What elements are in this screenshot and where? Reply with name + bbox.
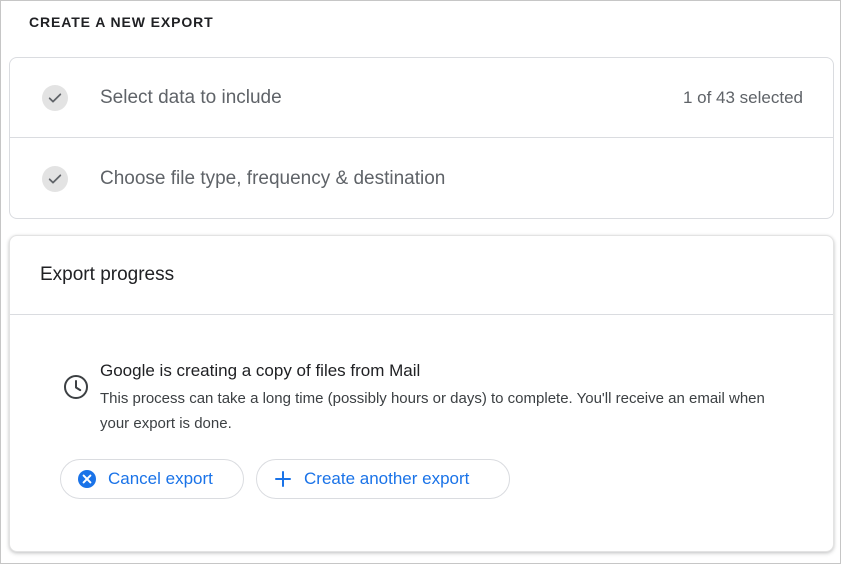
- create-another-export-button[interactable]: Create another export: [256, 459, 510, 499]
- progress-title: Export progress: [40, 264, 175, 285]
- status-description: This process can take a long time (possi…: [100, 390, 765, 432]
- cancel-circle-icon: [77, 469, 97, 489]
- clock-icon: [63, 374, 89, 400]
- checkmark-icon: [42, 84, 68, 111]
- export-page: CREATE A NEW EXPORT Select data to inclu…: [0, 0, 841, 564]
- step-select-data[interactable]: Select data to include 1 of 43 selected: [10, 58, 833, 138]
- plus-icon: [273, 469, 293, 489]
- status-title: Google is creating a copy of files from …: [100, 361, 421, 380]
- export-progress-card: Export progress Google is creating a cop…: [9, 235, 834, 552]
- cancel-export-label: Cancel export: [108, 469, 213, 488]
- step-label: Choose file type, frequency & destinatio…: [100, 168, 446, 189]
- create-another-export-label: Create another export: [304, 469, 470, 488]
- step-label: Select data to include: [100, 86, 282, 108]
- selected-count: 1 of 43 selected: [682, 87, 803, 107]
- step-choose-file-type[interactable]: Choose file type, frequency & destinatio…: [10, 139, 833, 219]
- section-title: CREATE A NEW EXPORT: [29, 14, 214, 30]
- checkmark-icon: [42, 166, 68, 192]
- steps-card: Select data to include 1 of 43 selected …: [9, 57, 834, 219]
- progress-header: Export progress: [10, 236, 833, 315]
- cancel-export-button[interactable]: Cancel export: [60, 459, 244, 499]
